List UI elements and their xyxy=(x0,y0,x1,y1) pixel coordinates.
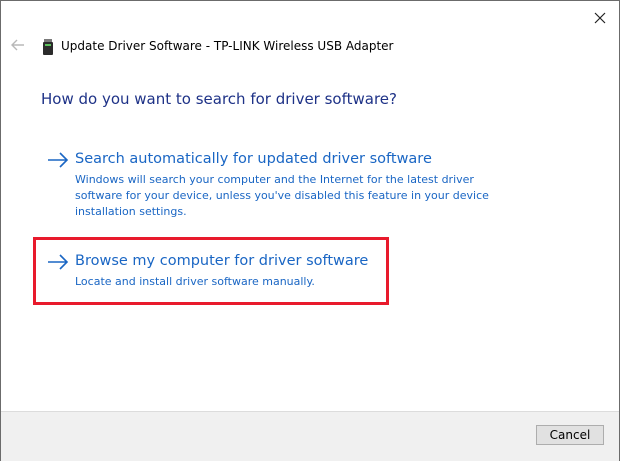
window-title: Update Driver Software - TP-LINK Wireles… xyxy=(61,39,394,53)
usb-device-icon xyxy=(43,39,53,55)
background-window-strip xyxy=(1,1,619,6)
close-icon[interactable] xyxy=(591,9,609,27)
search-automatically-option[interactable]: Search automatically for updated driver … xyxy=(47,151,527,221)
back-arrow-icon[interactable] xyxy=(11,38,27,54)
cancel-button[interactable]: Cancel xyxy=(536,425,604,445)
red-highlight-box xyxy=(33,237,389,305)
option-title: Search automatically for updated driver … xyxy=(75,151,432,167)
option-description: Windows will search your computer and th… xyxy=(75,173,489,218)
page-heading: How do you want to search for driver sof… xyxy=(41,90,397,108)
right-arrow-icon xyxy=(47,151,69,169)
dialog-footer xyxy=(1,411,619,461)
dialog-window: Update Driver Software - TP-LINK Wireles… xyxy=(0,0,620,461)
